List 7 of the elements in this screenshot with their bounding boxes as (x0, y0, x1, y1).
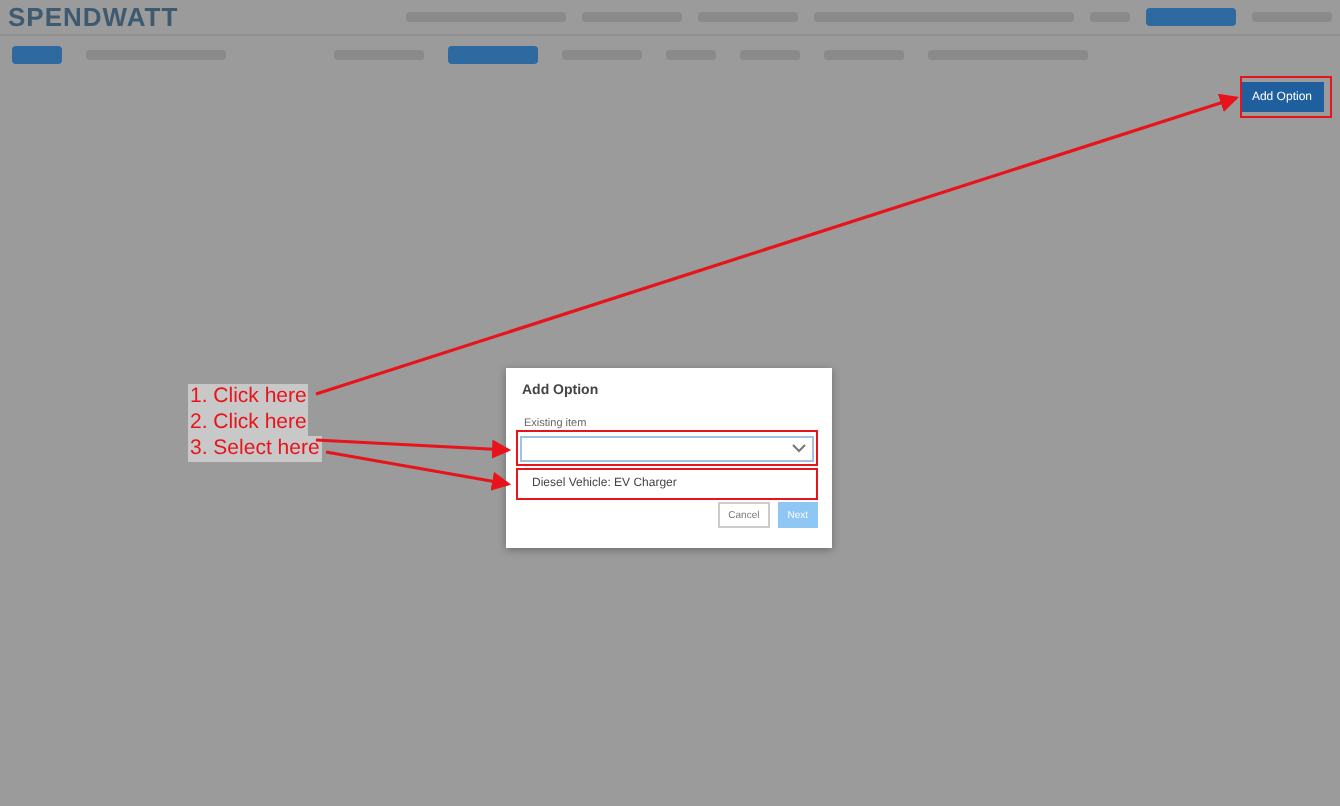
chevron-down-icon (792, 444, 806, 454)
annotation-label: 3. Select here (188, 436, 322, 462)
highlight-box (1240, 76, 1332, 118)
logo: SPENDWATT (8, 2, 181, 32)
existing-item-select[interactable] (520, 436, 814, 462)
annotation-label: 2. Click here (188, 410, 309, 436)
annotation-label: 1. Click here (188, 384, 309, 410)
